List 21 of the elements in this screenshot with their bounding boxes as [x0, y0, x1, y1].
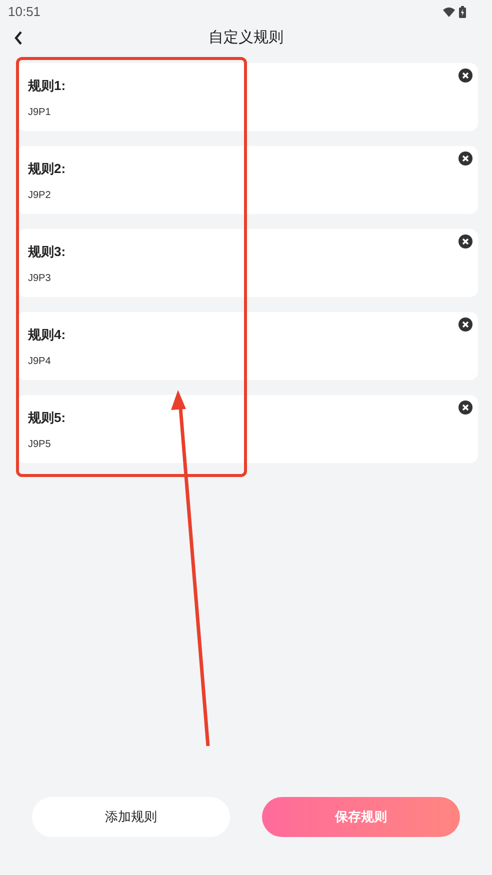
status-time: 10:51	[8, 3, 41, 22]
rule-value: J9P1	[28, 107, 51, 119]
rule-label: 规则4:	[28, 327, 66, 343]
wifi-icon	[443, 7, 455, 17]
page-title: 自定义规则	[208, 28, 284, 48]
rule-label: 规则3:	[28, 244, 66, 260]
rule-value: J9P5	[28, 439, 51, 451]
rule-label: 规则5:	[28, 410, 66, 426]
rule-value: J9P4	[28, 356, 51, 368]
rule-label: 规则1:	[28, 78, 66, 94]
delete-icon[interactable]	[458, 234, 473, 249]
delete-icon[interactable]	[458, 151, 473, 166]
rule-value: J9P2	[28, 190, 51, 202]
delete-icon[interactable]	[458, 317, 473, 332]
back-icon[interactable]	[14, 31, 23, 45]
add-button[interactable]: 添加规则	[32, 797, 230, 837]
delete-icon[interactable]	[458, 68, 473, 83]
delete-icon[interactable]	[458, 400, 473, 415]
battery-icon	[459, 6, 466, 18]
rule-label: 规则2:	[28, 161, 66, 177]
rule-value: J9P3	[28, 273, 51, 285]
